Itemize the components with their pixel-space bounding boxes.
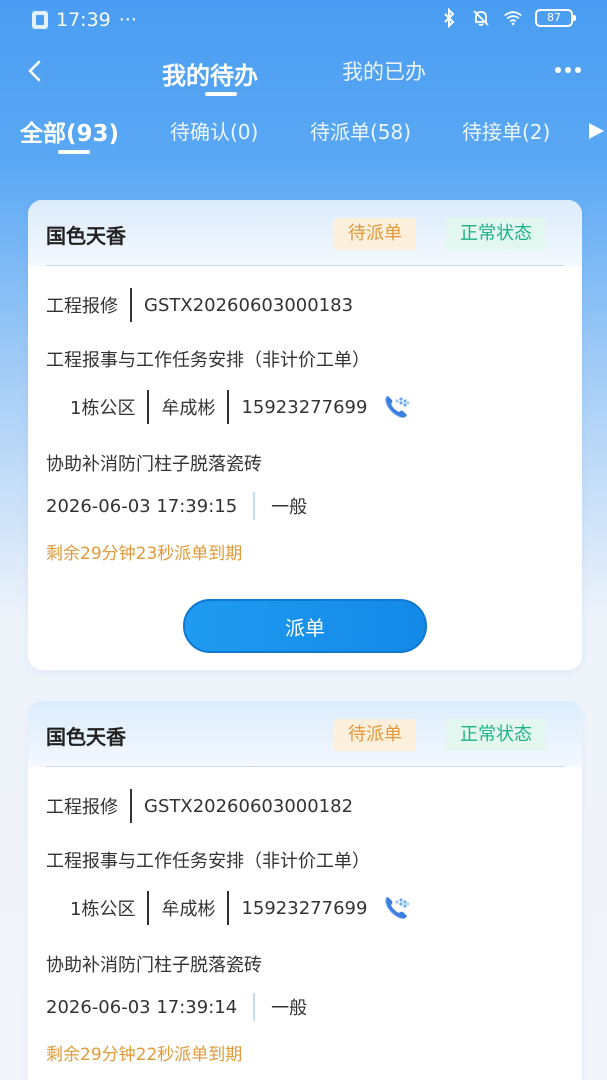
work-order-card[interactable]: 国色天香 待派单 正常状态 工程报修 GSTX20260603000182 工程… <box>28 701 582 1080</box>
separator <box>253 492 256 520</box>
order-row: 工程报修 GSTX20260603000183 <box>46 288 353 322</box>
order-row: 工程报修 GSTX20260603000182 <box>46 789 353 823</box>
status-badge: 待派单 <box>334 719 416 751</box>
scroll-right-arrow-icon[interactable] <box>587 122 605 140</box>
status-right: 87 <box>439 8 576 28</box>
location: 1栋公区 <box>70 398 136 419</box>
divider <box>46 766 564 767</box>
task-type: 工程报事与工作任务安排（非计价工单） <box>46 350 370 371</box>
priority: 一般 <box>271 497 308 518</box>
contact-person: 牟成彬 <box>161 398 216 419</box>
notification-icon <box>32 11 48 29</box>
order-number: GSTX20260603000182 <box>144 795 354 817</box>
tab-my-done[interactable]: 我的已办 <box>342 56 426 86</box>
status-time: 17:39 <box>56 9 111 31</box>
separator <box>227 891 230 925</box>
separator <box>147 390 150 424</box>
contact-person: 牟成彬 <box>161 899 216 920</box>
location: 1栋公区 <box>70 899 136 920</box>
task-type: 工程报事与工作任务安排（非计价工单） <box>46 851 370 872</box>
filter-pending-confirm[interactable]: 待确认(0) <box>170 116 258 145</box>
mute-bell-icon <box>473 10 489 26</box>
filter-pending-dispatch[interactable]: 待派单(58) <box>310 116 411 145</box>
status-left: 17:39 ··· <box>32 9 137 31</box>
time-row: 2026-06-03 17:39:14 一般 <box>46 993 307 1021</box>
separator <box>147 891 150 925</box>
dispatch-countdown: 剩余29分钟22秒派单到期 <box>46 1045 243 1065</box>
project-name: 国色天香 <box>46 224 126 248</box>
card-header: 国色天香 待派单 正常状态 <box>28 701 582 767</box>
filter-pending-accept[interactable]: 待接单(2) <box>462 116 550 145</box>
phone-call-icon[interactable] <box>381 892 413 924</box>
separator <box>130 288 132 322</box>
category-label: 工程报修 <box>46 797 118 818</box>
back-arrow-icon[interactable] <box>20 56 50 86</box>
filter-active-indicator <box>58 150 90 154</box>
wifi-icon <box>504 11 522 26</box>
created-time: 2026-06-03 17:39:14 <box>46 996 238 1018</box>
top-nav: 我的待办 我的已办 <box>0 44 607 100</box>
phone-number: 15923277699 <box>241 396 368 418</box>
status-bar: 17:39 ··· 87 <box>0 0 607 40</box>
description: 协助补消防门柱子脱落瓷砖 <box>46 454 262 475</box>
priority: 一般 <box>271 998 308 1019</box>
time-row: 2026-06-03 17:39:15 一般 <box>46 492 307 520</box>
phone-call-icon[interactable] <box>381 391 413 423</box>
contact-row: 1栋公区 牟成彬 15923277699 <box>70 891 413 925</box>
more-options-icon[interactable] <box>555 58 587 82</box>
dot <box>575 67 581 73</box>
work-order-card[interactable]: 国色天香 待派单 正常状态 工程报修 GSTX20260603000183 工程… <box>28 200 582 670</box>
filter-all[interactable]: 全部(93) <box>20 114 119 148</box>
battery-indicator: 87 <box>535 9 576 27</box>
tab-my-todo[interactable]: 我的待办 <box>162 56 258 91</box>
divider <box>46 265 564 266</box>
status-badge: 待派单 <box>334 218 416 250</box>
state-badge: 正常状态 <box>446 719 546 751</box>
dispatch-button[interactable]: 派单 <box>183 599 427 653</box>
separator <box>253 993 256 1021</box>
order-number: GSTX20260603000183 <box>144 294 354 316</box>
state-badge: 正常状态 <box>446 218 546 250</box>
tab-active-indicator <box>205 92 237 96</box>
dot <box>565 67 571 73</box>
description: 协助补消防门柱子脱落瓷砖 <box>46 955 262 976</box>
dispatch-countdown: 剩余29分钟23秒派单到期 <box>46 544 243 564</box>
filter-tabs: 全部(93) 待确认(0) 待派单(58) 待接单(2) <box>0 112 607 162</box>
category-label: 工程报修 <box>46 296 118 317</box>
dot <box>555 67 561 73</box>
contact-row: 1栋公区 牟成彬 15923277699 <box>70 390 413 424</box>
project-name: 国色天香 <box>46 725 126 749</box>
created-time: 2026-06-03 17:39:15 <box>46 495 238 517</box>
bluetooth-icon <box>444 8 455 28</box>
phone-number: 15923277699 <box>241 897 368 919</box>
separator <box>130 789 132 823</box>
separator <box>227 390 230 424</box>
status-dots: ··· <box>118 9 137 31</box>
card-header: 国色天香 待派单 正常状态 <box>28 200 582 266</box>
